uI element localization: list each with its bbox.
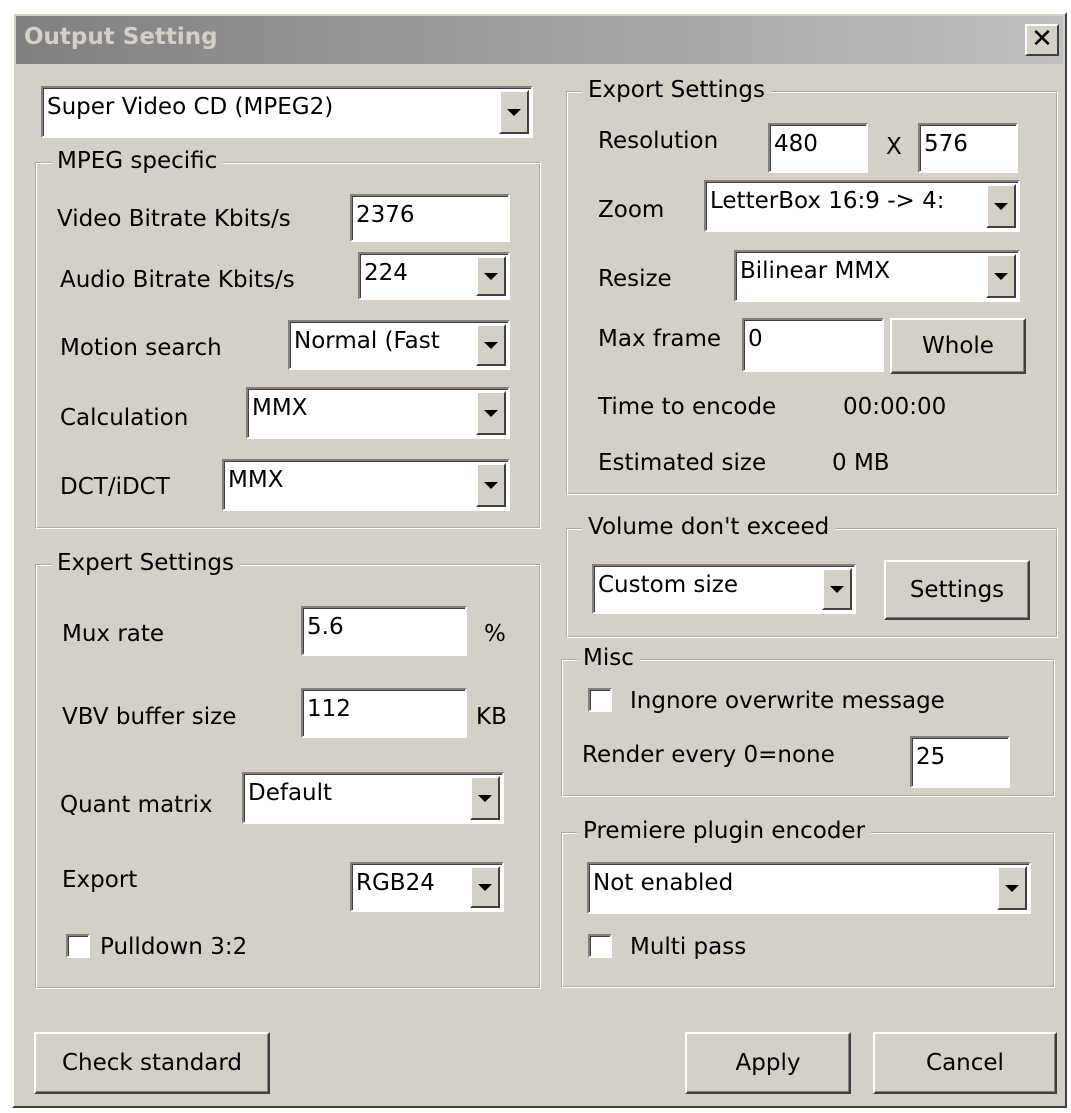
quant-matrix-value: Default — [248, 780, 333, 806]
motion-search-value: Normal (Fast — [294, 328, 440, 354]
time-to-encode-value: 00:00:00 — [843, 394, 947, 420]
chevron-down-icon[interactable] — [470, 866, 500, 908]
pulldown-checkbox[interactable] — [66, 934, 90, 958]
resolution-width-input[interactable]: 480 — [768, 123, 868, 173]
resolution-label: Resolution — [598, 128, 719, 154]
render-every-input[interactable]: 25 — [910, 736, 1010, 788]
premiere-encoder-value: Not enabled — [593, 870, 734, 896]
audio-bitrate-label: Audio Bitrate Kbits/s — [60, 267, 295, 293]
zoom-value: LetterBox 16:9 -> 4: — [710, 188, 945, 214]
export-format-combo[interactable]: RGB24 — [350, 862, 504, 912]
volume-settings-label: Settings — [909, 577, 1005, 603]
vbv-buffer-unit: KB — [476, 704, 507, 730]
chevron-down-icon[interactable] — [822, 568, 852, 610]
resolution-height-input[interactable]: 576 — [918, 123, 1018, 173]
export-format-value: RGB24 — [356, 870, 435, 896]
dct-combo[interactable]: MMX — [222, 459, 510, 511]
check-standard-button[interactable]: Check standard — [34, 1032, 270, 1094]
max-frame-input[interactable]: 0 — [742, 318, 884, 372]
time-to-encode-label: Time to encode — [598, 394, 777, 420]
chevron-down-icon[interactable] — [476, 463, 506, 507]
vbv-buffer-value: 112 — [307, 696, 351, 722]
max-frame-value: 0 — [748, 326, 763, 352]
chevron-down-icon[interactable] — [997, 866, 1027, 910]
chevron-down-icon[interactable] — [476, 256, 506, 296]
max-frame-label: Max frame — [598, 326, 722, 352]
calculation-value: MMX — [252, 395, 308, 421]
export-settings-legend: Export Settings — [582, 77, 771, 103]
dct-label: DCT/iDCT — [60, 474, 170, 500]
resize-value: Bilinear MMX — [740, 258, 890, 284]
render-every-label: Render every 0=none — [582, 742, 835, 768]
misc-legend: Misc — [577, 645, 640, 671]
ignore-overwrite-label: Ingnore overwrite message — [630, 688, 945, 714]
mux-rate-input[interactable]: 5.6 — [301, 606, 467, 656]
premiere-legend: Premiere plugin encoder — [577, 818, 872, 844]
title-bar[interactable]: Output Setting ✕ — [16, 16, 1063, 64]
video-bitrate-value: 2376 — [356, 202, 415, 228]
whole-button-label: Whole — [922, 333, 994, 359]
cancel-button[interactable]: Cancel — [873, 1032, 1057, 1094]
chevron-down-icon[interactable] — [476, 391, 506, 435]
audio-bitrate-combo[interactable]: 224 — [358, 252, 510, 300]
pulldown-label: Pulldown 3:2 — [100, 934, 248, 960]
mux-rate-label: Mux rate — [62, 621, 165, 647]
estimated-size-label: Estimated size — [598, 450, 767, 476]
mux-rate-value: 5.6 — [307, 614, 344, 640]
format-combo-value: Super Video CD (MPEG2) — [47, 94, 334, 120]
dct-value: MMX — [228, 467, 284, 493]
expert-settings-legend: Expert Settings — [51, 550, 241, 576]
multi-pass-checkbox[interactable] — [588, 934, 612, 958]
cancel-label: Cancel — [926, 1050, 1004, 1076]
check-standard-label: Check standard — [61, 1050, 243, 1076]
render-every-value: 25 — [916, 744, 946, 770]
calculation-combo[interactable]: MMX — [246, 387, 510, 439]
close-button[interactable]: ✕ — [1025, 24, 1059, 56]
whole-button[interactable]: Whole — [890, 318, 1026, 374]
volume-value: Custom size — [598, 572, 739, 598]
resolution-height-value: 576 — [924, 131, 968, 157]
multi-pass-label: Multi pass — [630, 934, 747, 960]
resize-label: Resize — [598, 266, 672, 292]
resolution-width-value: 480 — [774, 131, 818, 157]
volume-combo[interactable]: Custom size — [592, 564, 856, 614]
calculation-label: Calculation — [60, 405, 189, 431]
zoom-combo[interactable]: LetterBox 16:9 -> 4: — [704, 180, 1020, 232]
video-bitrate-label: Video Bitrate Kbits/s — [57, 206, 291, 232]
volume-legend: Volume don't exceed — [582, 514, 836, 540]
quant-matrix-label: Quant matrix — [60, 792, 213, 818]
chevron-down-icon[interactable] — [986, 254, 1016, 298]
premiere-encoder-combo[interactable]: Not enabled — [587, 862, 1031, 914]
apply-button[interactable]: Apply — [685, 1032, 851, 1094]
mpeg-specific-legend: MPEG specific — [51, 148, 224, 174]
chevron-down-icon[interactable] — [986, 184, 1016, 228]
format-combo[interactable]: Super Video CD (MPEG2) — [41, 86, 533, 138]
mux-rate-unit: % — [484, 621, 506, 647]
resolution-x-label: X — [886, 134, 902, 160]
video-bitrate-input[interactable]: 2376 — [350, 194, 510, 242]
chevron-down-icon[interactable] — [470, 776, 500, 820]
vbv-buffer-input[interactable]: 112 — [301, 688, 467, 738]
close-icon: ✕ — [1031, 24, 1053, 54]
quant-matrix-combo[interactable]: Default — [242, 772, 504, 824]
chevron-down-icon[interactable] — [499, 90, 529, 134]
motion-search-combo[interactable]: Normal (Fast — [288, 320, 510, 370]
estimated-size-value: 0 MB — [832, 450, 890, 476]
volume-settings-button[interactable]: Settings — [884, 560, 1030, 620]
export-label: Export — [62, 867, 138, 893]
output-setting-dialog: Output Setting ✕ Super Video CD (MPEG2) … — [12, 12, 1067, 1108]
resize-combo[interactable]: Bilinear MMX — [734, 250, 1020, 302]
apply-label: Apply — [735, 1050, 801, 1076]
chevron-down-icon[interactable] — [476, 324, 506, 366]
zoom-label: Zoom — [598, 197, 665, 223]
window-title: Output Setting — [24, 24, 218, 50]
ignore-overwrite-checkbox[interactable] — [588, 688, 612, 712]
vbv-buffer-label: VBV buffer size — [62, 704, 237, 730]
audio-bitrate-value: 224 — [364, 260, 408, 286]
motion-search-label: Motion search — [60, 335, 222, 361]
